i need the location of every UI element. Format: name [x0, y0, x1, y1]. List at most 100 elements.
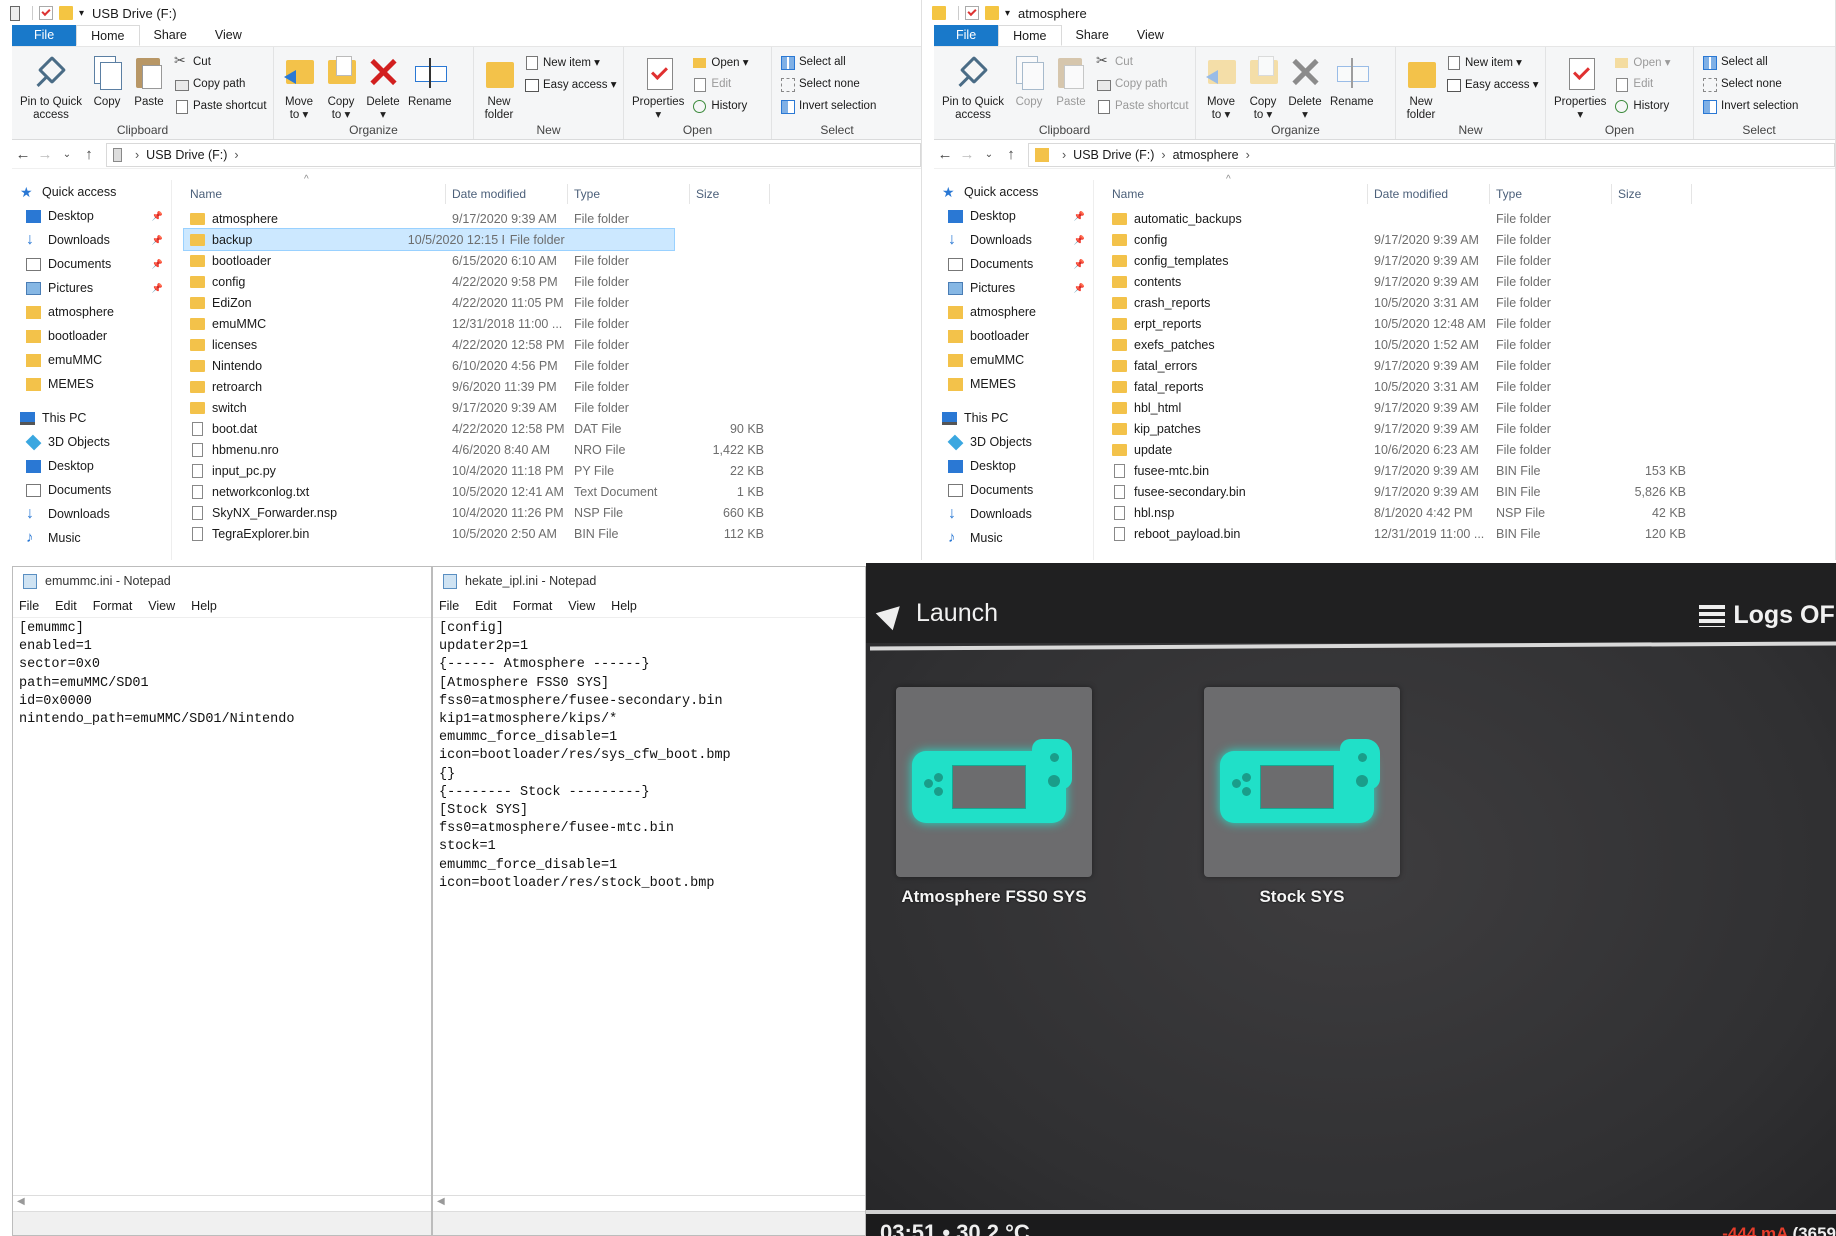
nav-item[interactable]: Documents	[934, 478, 1093, 502]
pin-icon[interactable]: 📌	[1074, 235, 1085, 246]
file-row[interactable]: config 4/22/2020 9:58 PM File folder	[184, 271, 921, 292]
chevron-down-icon[interactable]: ▾	[79, 8, 84, 19]
menu-help[interactable]: Help	[191, 599, 217, 613]
nav-item[interactable]: ↓ Downloads	[12, 502, 171, 526]
nav-item[interactable]: bootloader	[12, 324, 171, 348]
menu-view[interactable]: View	[148, 599, 175, 613]
back-arrow-icon[interactable]: ←	[934, 146, 956, 163]
nav-item[interactable]: Desktop 📌	[12, 204, 171, 228]
tab-file[interactable]: File	[934, 25, 999, 46]
file-row[interactable]: erpt_reports 10/5/2020 12:48 AM File folde…	[1106, 313, 1835, 334]
new-item-button[interactable]: New item ▾	[524, 53, 617, 70]
back-arrow-icon[interactable]: ←	[12, 146, 34, 163]
scroll-left-icon[interactable]: ◀	[437, 1196, 445, 1207]
select-all-button[interactable]: Select all	[780, 53, 876, 70]
up-arrow-icon[interactable]: ↑	[78, 146, 100, 163]
file-row[interactable]: kip_patches 9/17/2020 9:39 AM File folder	[1106, 418, 1835, 439]
pin-icon[interactable]: 📌	[152, 235, 163, 246]
column-name[interactable]: Name	[1106, 184, 1368, 204]
copy-path-button[interactable]: Copy path	[1096, 75, 1189, 92]
pin-icon[interactable]: 📌	[1074, 283, 1085, 294]
select-none-button[interactable]: Select none	[1702, 75, 1798, 92]
chevron-right-icon[interactable]: ›	[1246, 148, 1250, 162]
paste-shortcut-button[interactable]: Paste shortcut	[1096, 97, 1189, 114]
cut-button[interactable]: Cut	[174, 52, 267, 70]
scroll-left-icon[interactable]: ◀	[17, 1196, 25, 1207]
nav-item[interactable]: Documents	[12, 478, 171, 502]
column-size[interactable]: Size	[690, 184, 770, 204]
entry-tile[interactable]	[896, 687, 1092, 877]
select-none-button[interactable]: Select none	[780, 75, 876, 92]
tab-share[interactable]: Share	[1062, 25, 1123, 46]
nav-item[interactable]: bootloader	[934, 324, 1093, 348]
nav-item[interactable]: atmosphere	[934, 300, 1093, 324]
file-row[interactable]: switch 9/17/2020 9:39 AM File folder	[184, 397, 921, 418]
edit-button[interactable]: Edit	[1614, 75, 1670, 92]
nav-item[interactable]: ★ Quick access	[12, 180, 171, 204]
address-field[interactable]: › USB Drive (F:) ›	[106, 142, 921, 167]
file-row[interactable]: input_pc.py 10/4/2020 11:18 PM PY File 22 K…	[184, 460, 921, 481]
file-row[interactable]: networkconlog.txt 10/5/2020 12:41 AM Text …	[184, 481, 921, 502]
invert-selection-button[interactable]: Invert selection	[1702, 97, 1798, 114]
nav-item[interactable]: ★ Quick access	[934, 180, 1093, 204]
chevron-right-icon[interactable]: ›	[1161, 148, 1165, 162]
history-button[interactable]: History	[1614, 97, 1670, 114]
tab-share[interactable]: Share	[140, 25, 201, 46]
nav-item[interactable]: Documents 📌	[12, 252, 171, 276]
properties-icon[interactable]	[39, 6, 53, 20]
tab-view[interactable]: View	[1123, 25, 1178, 46]
file-row[interactable]: automatic_backups File folder	[1106, 208, 1835, 229]
file-row[interactable]: hbmenu.nro 4/6/2020 8:40 AM NRO File 1,422 …	[184, 439, 921, 460]
file-row[interactable]: config 9/17/2020 9:39 AM File folder	[1106, 229, 1835, 250]
text-editor[interactable]: [config] updater2p=1 {------ Atmosphere …	[433, 617, 865, 1197]
file-row[interactable]: fatal_errors 9/17/2020 9:39 AM File folder	[1106, 355, 1835, 376]
column-type[interactable]: Type	[568, 184, 690, 204]
file-row[interactable]: crash_reports 10/5/2020 3:31 AM File folde…	[1106, 292, 1835, 313]
new-item-button[interactable]: New item ▾	[1446, 53, 1539, 70]
cut-button[interactable]: Cut	[1096, 52, 1189, 70]
open-button[interactable]: Open ▾	[1614, 53, 1671, 70]
file-row[interactable]: exefs_patches 10/5/2020 1:52 AM File folde…	[1106, 334, 1835, 355]
logs-toggle[interactable]: Logs OFF	[1699, 601, 1836, 630]
paste-shortcut-button[interactable]: Paste shortcut	[174, 97, 267, 114]
file-row[interactable]: TegraExplorer.bin 10/5/2020 2:50 AM BIN Fi…	[184, 523, 921, 544]
file-row[interactable]: fatal_reports 10/5/2020 3:31 AM File folde…	[1106, 376, 1835, 397]
column-date[interactable]: Date modified	[446, 184, 568, 204]
nav-item[interactable]: MEMES	[12, 372, 171, 396]
nav-item[interactable]: MEMES	[934, 372, 1093, 396]
nav-item[interactable]: ♪ Music	[934, 526, 1093, 550]
file-row[interactable]: hbl_html 9/17/2020 9:39 AM File folder	[1106, 397, 1835, 418]
file-row[interactable]: licenses 4/22/2020 12:58 PM File folder	[184, 334, 921, 355]
menu-file[interactable]: File	[19, 599, 39, 613]
file-row[interactable]: atmosphere 9/17/2020 9:39 AM File folder	[184, 208, 921, 229]
edit-button[interactable]: Edit	[692, 75, 748, 92]
menu-format[interactable]: Format	[513, 599, 553, 613]
chevron-right-icon[interactable]: ›	[1062, 148, 1066, 162]
nav-item[interactable]: emuMMC	[12, 348, 171, 372]
file-row[interactable]: reboot_payload.bin 12/31/2019 11:00 ... BI…	[1106, 523, 1835, 544]
file-row[interactable]: fusee-secondary.bin 9/17/2020 9:39 AM BIN …	[1106, 481, 1835, 502]
nav-item[interactable]: Pictures 📌	[934, 276, 1093, 300]
file-row[interactable]: emuMMC 12/31/2018 11:00 ... File folder	[184, 313, 921, 334]
text-editor[interactable]: [emummc] enabled=1 sector=0x0 path=emuMM…	[13, 617, 431, 1197]
column-date[interactable]: Date modified	[1368, 184, 1490, 204]
launch-entry-stock[interactable]: Stock SYS	[1204, 687, 1400, 907]
tab-home[interactable]: Home	[76, 25, 140, 46]
nav-item[interactable]: 3D Objects	[12, 430, 171, 454]
horizontal-scrollbar[interactable]: ◀	[433, 1195, 865, 1211]
recent-chevron-icon[interactable]: ⌄	[56, 149, 78, 160]
menu-edit[interactable]: Edit	[55, 599, 77, 613]
breadcrumb-item[interactable]: USB Drive (F:)	[146, 148, 227, 162]
select-all-button[interactable]: Select all	[1702, 53, 1798, 70]
up-arrow-icon[interactable]: ↑	[1000, 146, 1022, 163]
menu-view[interactable]: View	[568, 599, 595, 613]
file-row[interactable]: SkyNX_Forwarder.nsp 10/4/2020 11:26 PM NSP…	[184, 502, 921, 523]
launch-entry-atmosphere[interactable]: Atmosphere FSS0 SYS	[896, 687, 1092, 907]
open-button[interactable]: Open ▾	[692, 53, 749, 70]
file-row[interactable]: contents 9/17/2020 9:39 AM File folder	[1106, 271, 1835, 292]
file-row[interactable]: backup 10/5/2020 12:15 PM File folder	[183, 228, 675, 251]
pin-icon[interactable]: 📌	[1074, 259, 1085, 270]
nav-item[interactable]: Desktop	[934, 454, 1093, 478]
chevron-right-icon[interactable]: ›	[234, 148, 238, 162]
pin-icon[interactable]: 📌	[152, 283, 163, 294]
